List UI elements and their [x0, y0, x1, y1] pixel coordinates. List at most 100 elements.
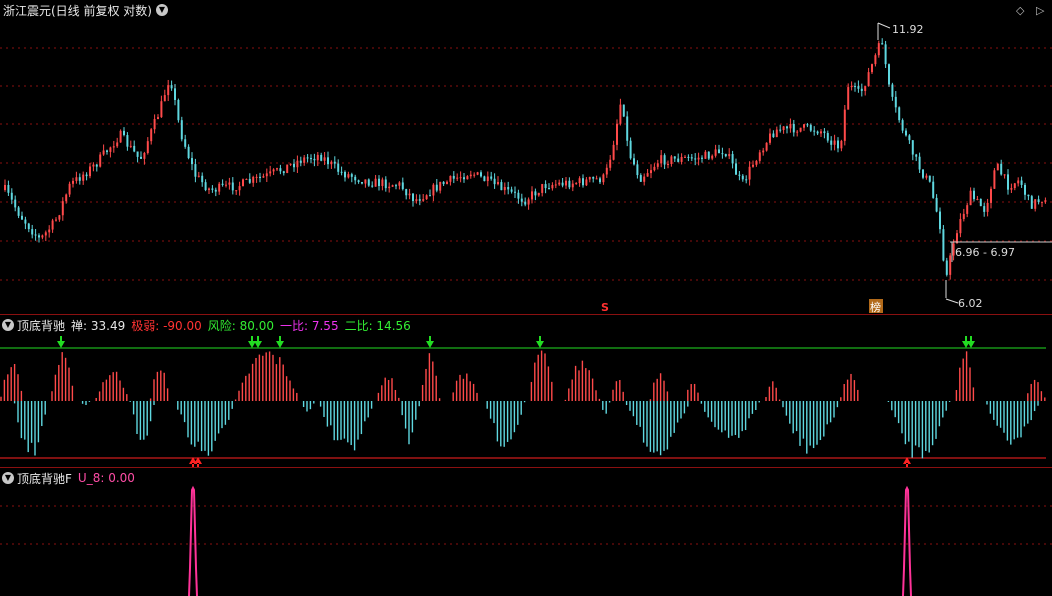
candle-body	[765, 142, 768, 151]
price-panel[interactable]: 11.92 6.02 6.96 - 6.97 S 榜 浙江震元(日线 前复权 对数) ▼…	[0, 0, 1052, 315]
candle-body	[191, 158, 193, 165]
candle-body	[344, 171, 346, 178]
candle-body	[660, 155, 663, 164]
candle-body	[544, 184, 547, 189]
candle-body	[701, 157, 703, 159]
candle-body	[218, 183, 221, 192]
candle-body	[435, 184, 438, 191]
candle-body	[762, 150, 765, 153]
candle-body	[211, 188, 214, 190]
candle-body	[687, 156, 690, 158]
indicator-value-1: 极弱: -90.00	[131, 318, 202, 333]
candle-body	[639, 175, 642, 182]
candle-body	[170, 85, 173, 89]
candle-body	[316, 154, 319, 161]
candle-body	[653, 166, 656, 171]
candle-body	[697, 157, 700, 160]
chevron-down-icon[interactable]: ▼	[156, 4, 168, 16]
candle-body	[517, 192, 520, 199]
candle-body	[225, 184, 227, 186]
candle-body	[803, 124, 805, 128]
candle-body	[194, 164, 197, 177]
candle-body	[442, 181, 445, 185]
candle-body	[673, 156, 676, 159]
candle-body	[840, 140, 843, 149]
candle-body	[871, 64, 873, 73]
candle-body	[877, 43, 880, 56]
candle-body	[806, 124, 809, 126]
candle-body	[449, 175, 452, 182]
candle-body	[711, 155, 714, 159]
candle-body	[245, 178, 248, 180]
candle-body	[537, 192, 540, 196]
candle-body	[932, 181, 935, 198]
candle-body	[133, 145, 136, 152]
chevron-down-icon[interactable]: ▼	[2, 472, 14, 484]
candle-body	[813, 130, 816, 132]
signal-spike	[902, 485, 912, 596]
candle-body	[731, 154, 734, 164]
candle-body	[99, 154, 102, 167]
candle-body	[548, 188, 550, 190]
candle-body	[371, 185, 374, 187]
candle-body	[578, 178, 581, 184]
candle-body	[612, 144, 615, 160]
candle-body	[911, 140, 914, 155]
signal-chart[interactable]	[0, 468, 1052, 596]
candle-body	[269, 171, 272, 174]
arrow-right-icon[interactable]: ▷	[1036, 4, 1044, 17]
candle-body	[962, 213, 965, 220]
candle-body	[588, 176, 591, 180]
candle-body	[167, 85, 170, 96]
candle-body	[894, 96, 897, 108]
candle-body	[724, 154, 727, 157]
candle-body	[473, 174, 476, 176]
candle-body	[748, 166, 751, 180]
candle-body	[809, 124, 812, 131]
candle-body	[55, 219, 57, 221]
candle-body	[235, 190, 238, 192]
candle-body	[752, 164, 754, 167]
candle-body	[599, 178, 601, 183]
candle-body	[174, 88, 176, 100]
candle-body	[1013, 183, 1016, 189]
down-arrow-icon	[254, 336, 262, 348]
price-chart[interactable]: 11.92 6.02 6.96 - 6.97 S 榜	[0, 0, 1052, 314]
candle-body	[1003, 174, 1006, 176]
indicator-value-4: 二比: 14.56	[344, 318, 411, 333]
signal-panel[interactable]: ▼ 顶底背驰F U_8: 0.00	[0, 468, 1052, 596]
candle-body	[503, 187, 506, 191]
candle-body	[48, 229, 51, 233]
stock-title: 浙江震元(日线 前复权 对数)	[3, 3, 152, 18]
candle-body	[58, 215, 61, 220]
candle-body	[340, 171, 343, 173]
candle-body	[684, 156, 686, 158]
candle-body	[976, 198, 979, 200]
candle-body	[38, 235, 40, 238]
divergence-panel[interactable]: ▼ 顶底背驰 禅: 33.49 极弱: -90.00 风险: 80.00 一比: 7.…	[0, 315, 1052, 468]
candle-body	[432, 184, 435, 196]
diamond-icon[interactable]: ◇	[1016, 4, 1024, 17]
candle-body	[361, 181, 363, 184]
candle-body	[354, 176, 357, 181]
candle-body	[119, 130, 122, 143]
candle-body	[500, 182, 503, 191]
candle-body	[667, 163, 669, 165]
candle-body	[945, 260, 948, 275]
candle-body	[792, 123, 795, 133]
candle-body	[408, 193, 411, 196]
chevron-down-icon[interactable]: ▼	[2, 319, 14, 331]
candle-body	[1024, 184, 1026, 195]
down-arrow-icon	[276, 336, 284, 348]
candle-body	[469, 174, 472, 177]
candle-body	[395, 185, 397, 187]
candle-body	[721, 153, 724, 155]
candle-body	[41, 235, 44, 238]
candle-body	[969, 190, 972, 206]
candle-body	[643, 176, 646, 182]
divergence-chart[interactable]	[0, 315, 1052, 467]
candle-body	[789, 123, 792, 129]
candle-body	[68, 183, 71, 195]
signal-spike	[188, 485, 198, 596]
candle-body	[779, 129, 782, 131]
